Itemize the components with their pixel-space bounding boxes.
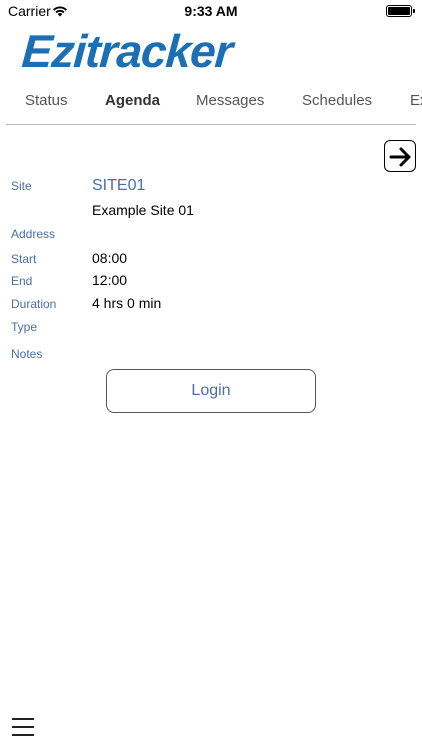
notes-label: Notes [11,347,43,361]
hamburger-menu-icon[interactable] [12,718,34,736]
site-name: Example Site 01 [92,202,194,218]
tab-bar: Status Agenda Messages Schedules Ex [0,92,422,114]
duration-label: Duration [11,297,57,311]
start-label: Start [11,252,37,266]
app-logo: Ezitracker [20,25,234,77]
clock-time: 9:33 AM [184,3,238,19]
site-label: Site [11,179,32,193]
tab-status[interactable]: Status [25,92,68,109]
tab-messages[interactable]: Messages [196,92,264,109]
login-button[interactable]: Login [106,369,316,413]
tab-extra[interactable]: Ex [410,92,422,109]
arrow-right-icon [389,147,411,167]
tab-divider [6,124,416,125]
end-label: End [11,274,33,288]
battery-icon [386,5,415,17]
site-code: SITE01 [92,177,146,194]
duration-value: 4 hrs 0 min [92,295,162,311]
tab-agenda[interactable]: Agenda [105,92,160,109]
address-label: Address [11,227,56,241]
type-label: Type [11,320,38,334]
status-bar: Carrier 9:33 AM [0,0,422,22]
start-value: 08:00 [92,250,128,266]
next-button[interactable] [384,140,416,172]
end-value: 12:00 [92,272,128,288]
tab-schedules[interactable]: Schedules [302,92,372,109]
